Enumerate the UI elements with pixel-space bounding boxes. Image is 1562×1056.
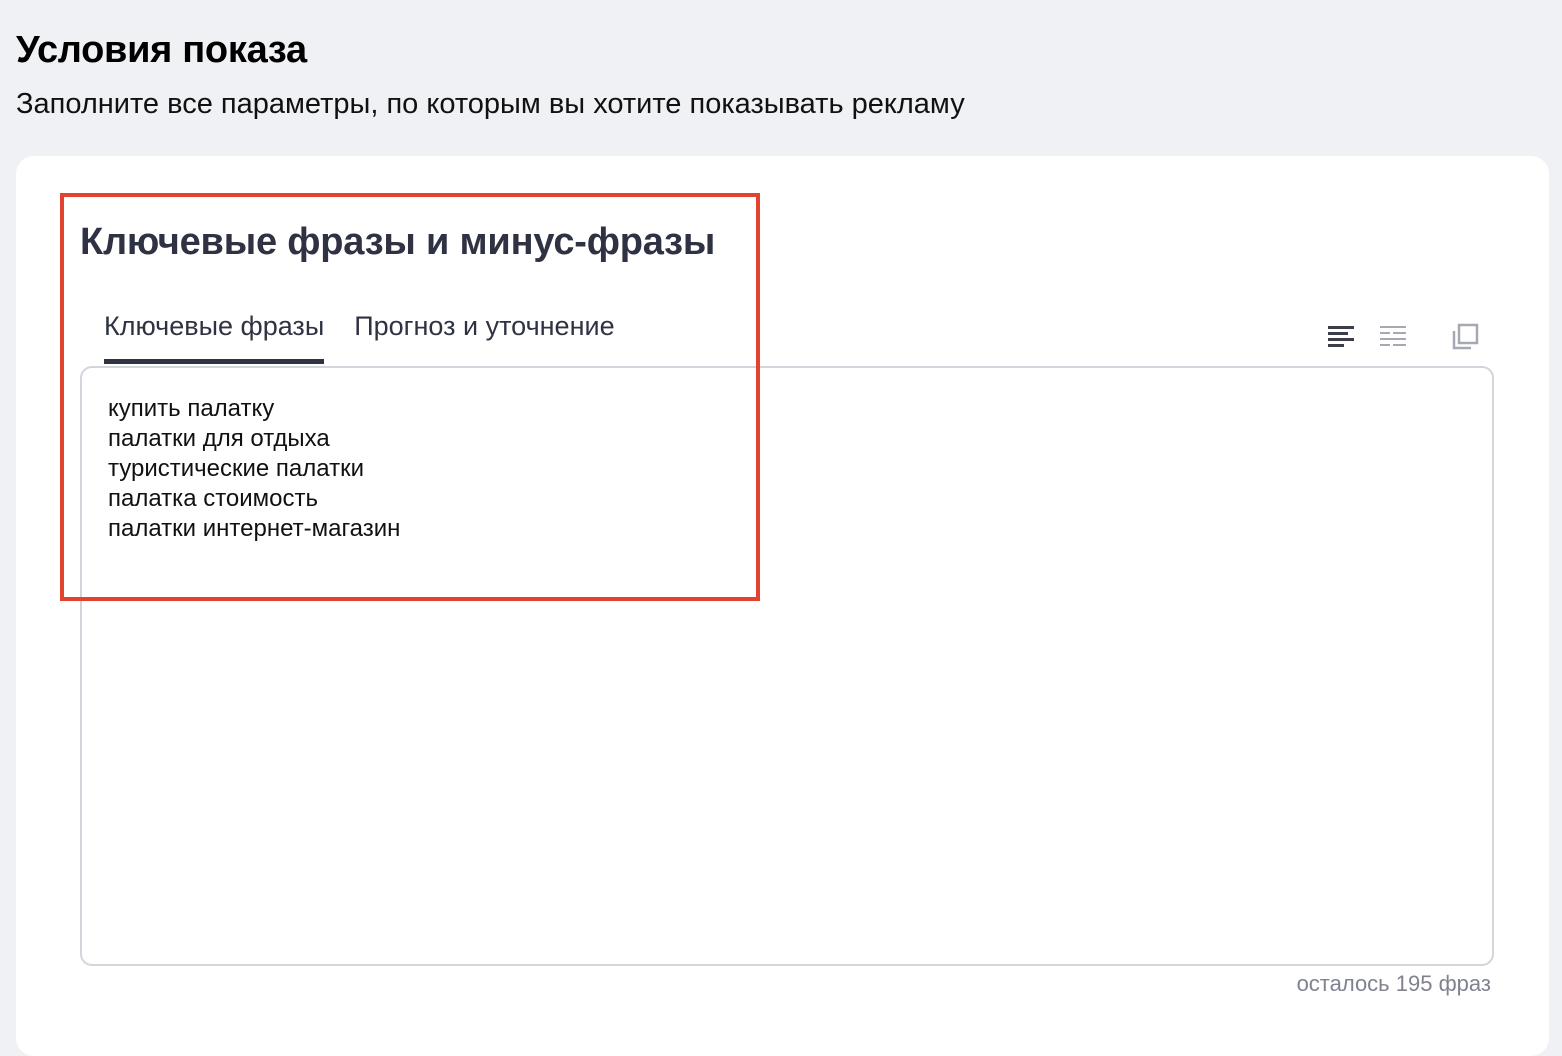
phrase-item: туристические палатки [108, 455, 364, 482]
align-left-icon[interactable] [1326, 322, 1356, 352]
keywords-editor[interactable]: купить палатку палатки для отдыха турист… [80, 366, 1494, 966]
conditions-card: Ключевые фразы и минус-фразы Ключевые фр… [16, 156, 1549, 1056]
tab-forecast[interactable]: Прогноз и уточнение [354, 304, 614, 364]
editor-toolbar [1326, 322, 1480, 352]
tab-keywords[interactable]: Ключевые фразы [104, 304, 325, 364]
phrases-tabs: Ключевые фразы Прогноз и уточнение [104, 304, 645, 364]
phrase-item: палатки для отдыха [108, 425, 330, 452]
page-subtitle: Заполните все параметры, по которым вы х… [16, 88, 965, 120]
phrase-item: палатка стоимость [108, 485, 319, 512]
phrases-remaining-counter: осталось 195 фраз [1296, 971, 1491, 996]
section-title: Ключевые фразы и минус-фразы [80, 221, 716, 263]
copy-icon[interactable] [1450, 322, 1480, 352]
phrase-list: купить палатку палатки для отдыха турист… [108, 394, 400, 544]
phrase-item: палатки интернет-магазин [108, 515, 401, 542]
page-title: Условия показа [16, 29, 307, 71]
phrase-item: купить палатку [108, 395, 275, 422]
list-view-icon[interactable] [1378, 322, 1408, 352]
